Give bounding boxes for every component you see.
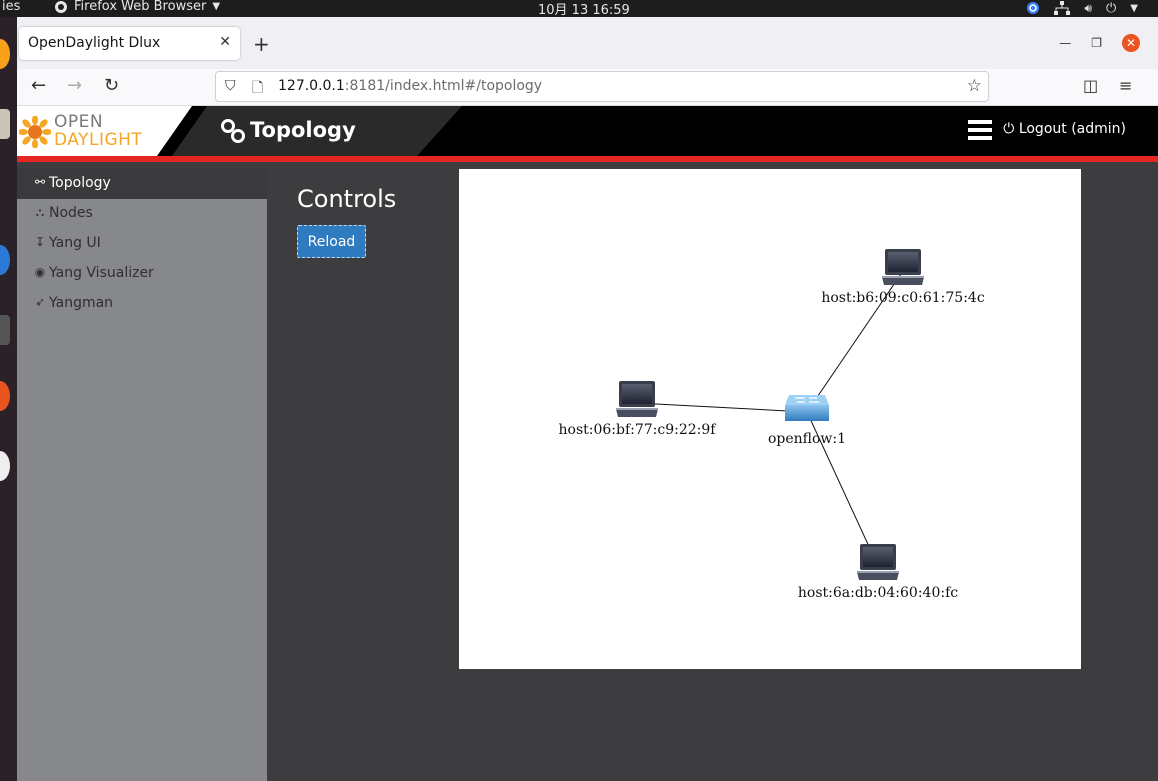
os-top-bar: ies Firefox Web Browser ▼ 10月 13 16:59 🔊… bbox=[0, 0, 1158, 18]
sidebar-item-yang-ui[interactable]: ↧ Yang UI bbox=[17, 229, 267, 259]
link-icon: ⚯ bbox=[34, 175, 46, 189]
logout-button[interactable]: ⏻ Logout (admin) bbox=[1003, 121, 1126, 137]
dock bbox=[0, 17, 17, 781]
topology-canvas[interactable]: openflow:1 host:b6:09:c0:61:75:4c host:06:… bbox=[459, 169, 1081, 669]
node-label: host:06:bf:77:c9:22:9f bbox=[559, 422, 718, 438]
firefox-dock-icon[interactable] bbox=[0, 39, 10, 69]
activities-button[interactable]: ies bbox=[2, 0, 20, 14]
logo-text-daylight: DAYLIGHT bbox=[54, 130, 143, 150]
new-tab-button[interactable]: + bbox=[253, 32, 270, 56]
host-node[interactable]: host:b6:09:c0:61:75:4c bbox=[821, 249, 985, 306]
sidebar-item-label: Nodes bbox=[49, 205, 93, 221]
laptop-icon bbox=[857, 544, 899, 580]
caret-down-icon: ▼ bbox=[1130, 2, 1138, 14]
volume-icon: 🔊︎ bbox=[1084, 0, 1092, 15]
app-name: Firefox Web Browser bbox=[74, 0, 207, 14]
hamburger-icon[interactable] bbox=[968, 120, 992, 140]
sidebar-item-yangman[interactable]: ➶ Yangman bbox=[17, 289, 267, 319]
back-arrow-icon[interactable]: ← bbox=[31, 75, 46, 96]
tab-opendaylight[interactable]: OpenDaylight Dlux ✕ bbox=[19, 27, 240, 60]
sidebar: ⚯ Topology ⛬ Nodes ↧ Yang UI ◉ Yang Visu… bbox=[17, 169, 267, 781]
app-header: OPEN DAYLIGHT Topology ⏻ Logout (admin) bbox=[17, 106, 1158, 156]
power-icon: ⏻ bbox=[1003, 121, 1019, 137]
hamburger-menu-icon[interactable]: ≡ bbox=[1119, 76, 1132, 95]
opendaylight-logo[interactable]: OPEN DAYLIGHT bbox=[17, 106, 192, 156]
shield-icon[interactable]: ⛉ bbox=[225, 78, 236, 94]
firefox-icon bbox=[55, 0, 67, 13]
sidebar-item-nodes[interactable]: ⛬ Nodes bbox=[17, 199, 267, 229]
app-dock-icon[interactable] bbox=[0, 245, 10, 275]
eye-icon: ◉ bbox=[34, 265, 46, 279]
host-node[interactable]: host:6a:db:04:60:40:fc bbox=[798, 544, 958, 601]
page-info-icon[interactable]: 🗋︎ bbox=[252, 77, 263, 101]
topology-link-icon bbox=[221, 119, 245, 143]
logout-label: Logout (admin) bbox=[1018, 121, 1126, 137]
app-menu[interactable]: Firefox Web Browser ▼ bbox=[54, 0, 220, 14]
logo-text-open: OPEN bbox=[54, 112, 104, 132]
main-content: Controls Reload openflow:1 host:b6:09:c0… bbox=[267, 169, 1158, 781]
bookmark-star-icon[interactable]: ☆ bbox=[967, 76, 982, 96]
page-title-block: Topology bbox=[172, 106, 462, 156]
power-icon: ⏻ bbox=[1106, 0, 1117, 16]
node-label: host:6a:db:04:60:40:fc bbox=[798, 585, 958, 601]
topology-links bbox=[636, 270, 904, 567]
daylight-sun-icon bbox=[19, 116, 51, 148]
controls-heading: Controls bbox=[297, 185, 397, 213]
tab-bar: OpenDaylight Dlux ✕ + — ❐ ✕ bbox=[17, 17, 1158, 69]
node-label: host:b6:09:c0:61:75:4c bbox=[821, 290, 985, 306]
minimize-icon[interactable]: — bbox=[1059, 36, 1071, 50]
nav-bar: ← → ↻ ⛉ 🗋︎ 127.0.0.1:8181/index.html#/to… bbox=[17, 69, 1158, 106]
sidebar-item-label: Topology bbox=[49, 175, 111, 191]
pocket-icon[interactable]: ◫ bbox=[1083, 76, 1098, 95]
url-bar[interactable]: ⛉ 🗋︎ 127.0.0.1:8181/index.html#/topology… bbox=[215, 71, 989, 102]
topology-nodes: openflow:1 host:b6:09:c0:61:75:4c host:06:… bbox=[559, 249, 985, 601]
node-label: openflow:1 bbox=[768, 431, 846, 447]
header-divider bbox=[17, 162, 1158, 169]
page-title: Topology bbox=[250, 118, 356, 142]
reload-button[interactable]: Reload bbox=[297, 225, 366, 258]
url-text: 127.0.0.1:8181/index.html#/topology bbox=[278, 78, 542, 94]
tab-title: OpenDaylight Dlux bbox=[28, 35, 161, 51]
restore-icon[interactable]: ❐ bbox=[1091, 36, 1102, 50]
rocket-icon: ➶ bbox=[34, 295, 46, 309]
network-icon bbox=[1054, 1, 1071, 15]
close-tab-icon[interactable]: ✕ bbox=[219, 34, 231, 50]
reload-page-icon[interactable]: ↻ bbox=[104, 75, 119, 96]
system-tray[interactable]: 🔊︎ ⏻ ▼ bbox=[1026, 0, 1138, 16]
sidebar-item-label: Yang UI bbox=[49, 235, 101, 251]
topology-link[interactable] bbox=[636, 402, 808, 413]
sidebar-item-label: Yang Visualizer bbox=[49, 265, 154, 281]
sitemap-icon: ⛬ bbox=[35, 205, 45, 219]
url-host: 127.0.0.1 bbox=[278, 78, 345, 94]
sidebar-item-label: Yangman bbox=[49, 295, 114, 311]
software-dock-icon[interactable] bbox=[0, 381, 10, 411]
switch-icon bbox=[785, 394, 829, 422]
status-indicator-icon bbox=[1027, 2, 1040, 14]
help-dock-icon[interactable] bbox=[0, 451, 10, 481]
terminal-dock-icon[interactable] bbox=[0, 315, 10, 345]
sidebar-item-topology[interactable]: ⚯ Topology bbox=[17, 169, 267, 199]
laptop-icon bbox=[882, 249, 924, 285]
url-path: :8181/index.html#/topology bbox=[344, 78, 543, 94]
window-controls: — ❐ ✕ bbox=[1059, 34, 1140, 52]
sidebar-item-yang-visualizer[interactable]: ◉ Yang Visualizer bbox=[17, 259, 267, 289]
host-node[interactable]: host:06:bf:77:c9:22:9f bbox=[559, 381, 718, 438]
level-down-icon: ↧ bbox=[34, 235, 46, 249]
switch-node[interactable]: openflow:1 bbox=[768, 394, 846, 447]
laptop-icon bbox=[616, 381, 658, 417]
forward-arrow-icon[interactable]: → bbox=[67, 75, 82, 96]
topology-graph[interactable]: openflow:1 host:b6:09:c0:61:75:4c host:06:… bbox=[459, 169, 1081, 669]
clock[interactable]: 10月 13 16:59 bbox=[538, 0, 630, 18]
files-dock-icon[interactable] bbox=[0, 109, 10, 139]
caret-down-icon: ▼ bbox=[212, 1, 221, 12]
close-window-icon[interactable]: ✕ bbox=[1122, 34, 1140, 52]
